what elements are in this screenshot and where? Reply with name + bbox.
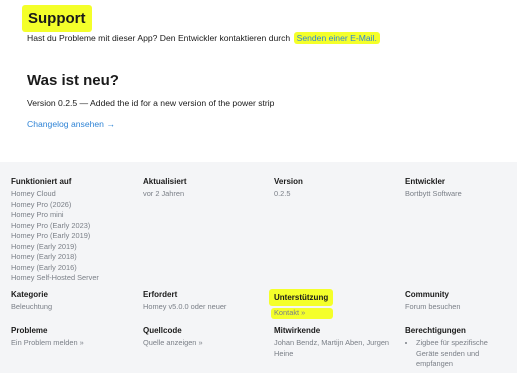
works-on-item: Homey Cloud [11, 189, 56, 198]
version-label: Version [274, 177, 303, 186]
contact-link[interactable]: Kontakt » [271, 308, 334, 319]
community-label: Community [405, 290, 449, 299]
category-section: Kategorie Beleuchtung [11, 289, 52, 313]
permissions-label: Berechtigungen [405, 326, 466, 335]
permissions-section: Berechtigungen Zigbee für spezifische Ge… [405, 325, 510, 370]
version-section: Version 0.2.5 [274, 176, 303, 200]
contributors-label: Mitwirkende [274, 326, 321, 335]
permissions-list: Zigbee für spezifische Geräte senden und… [405, 338, 510, 370]
forum-link[interactable]: Forum besuchen [405, 302, 460, 313]
contributors-value: Johan Bendz, Martijn Aben, Jurgen Heine [274, 338, 390, 358]
support-text: Hast du Probleme mit dieser App? Den Ent… [27, 32, 380, 45]
permission-item: Zigbee für spezifische Geräte senden und… [416, 338, 510, 370]
contributors-section: Mitwirkende Johan Bendz, Martijn Aben, J… [274, 325, 392, 359]
source-section: Quellcode Quelle anzeigen » [143, 325, 203, 349]
updated-label: Aktualisiert [143, 177, 187, 186]
support-meta-section: Unterstützung Kontakt » [269, 289, 334, 319]
community-section: Community Forum besuchen [405, 289, 460, 313]
arrow-right-icon: → [106, 119, 115, 129]
source-label: Quellcode [143, 326, 182, 335]
developer-link[interactable]: Bortbytt Software [405, 189, 462, 200]
changelog-label: Changelog ansehen [27, 119, 104, 129]
problems-section: Probleme Ein Problem melden » [11, 325, 84, 349]
requires-label: Erfordert [143, 290, 178, 299]
view-source-link[interactable]: Quelle anzeigen » [143, 338, 203, 349]
developer-section: Entwickler Bortbytt Software [405, 176, 462, 200]
version-value: 0.2.5 [274, 189, 291, 198]
works-on-section: Funktioniert auf Homey Cloud Homey Pro (… [11, 176, 99, 284]
works-on-item: Homey (Early 2016) [11, 262, 77, 272]
requires-section: Erfordert Homey v5.0.0 oder neuer [143, 289, 226, 313]
problems-label: Probleme [11, 326, 48, 335]
support-meta-label: Unterstützung [269, 289, 334, 306]
works-on-item: Homey Self-Hosted Server [11, 273, 99, 282]
category-link[interactable]: Beleuchtung [11, 302, 52, 313]
version-notes: Version 0.2.5 — Added the id for a new v… [27, 98, 275, 108]
report-problem-link[interactable]: Ein Problem melden » [11, 338, 84, 349]
works-on-item: Homey Pro (Early 2023) [11, 220, 91, 230]
updated-section: Aktualisiert vor 2 Jahren [143, 176, 187, 200]
send-email-link[interactable]: Senden einer E-Mail. [293, 32, 380, 44]
requires-value: Homey v5.0.0 oder neuer [143, 302, 227, 311]
support-description: Hast du Probleme mit dieser App? Den Ent… [27, 33, 291, 43]
support-heading: Support [22, 5, 92, 32]
works-on-item: Homey Pro (Early 2019) [11, 231, 91, 240]
works-on-item: Homey Pro mini [11, 210, 64, 219]
whats-new-heading: Was ist neu? [27, 72, 119, 89]
works-on-item: Homey (Early 2019) [11, 241, 77, 251]
changelog-link[interactable]: Changelog ansehen → [27, 118, 115, 130]
works-on-item: Homey (Early 2018) [11, 252, 77, 261]
works-on-label: Funktioniert auf [11, 177, 72, 186]
works-on-item: Homey Pro (2026) [11, 199, 72, 209]
category-label: Kategorie [11, 290, 48, 299]
updated-value: vor 2 Jahren [143, 189, 185, 198]
developer-label: Entwickler [405, 177, 446, 186]
app-meta-panel: Funktioniert auf Homey Cloud Homey Pro (… [0, 162, 517, 373]
